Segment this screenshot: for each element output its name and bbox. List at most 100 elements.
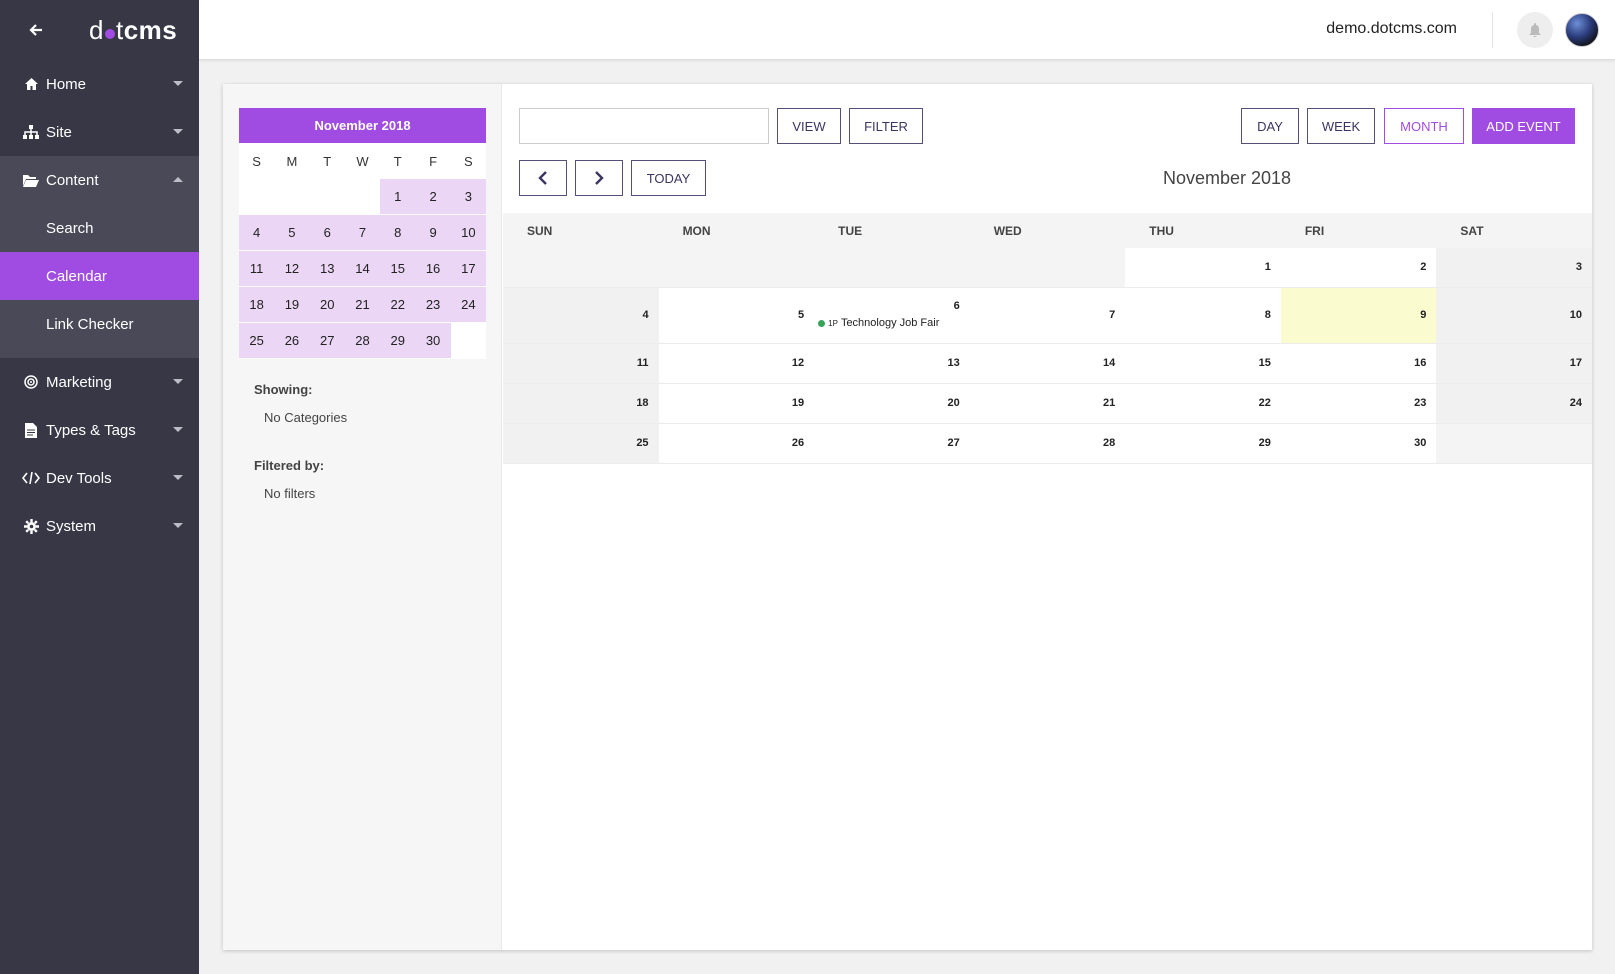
mini-calendar-day[interactable]: 16 [415,251,451,287]
calendar-search-input[interactable] [519,108,769,144]
mini-calendar-day[interactable]: 19 [274,287,310,323]
calendar-day-cell[interactable]: 25 [503,424,659,463]
next-month-button[interactable] [575,160,623,196]
mini-calendar-day[interactable]: 10 [450,215,486,251]
mini-calendar-blank [344,179,381,215]
mini-calendar-day[interactable]: 23 [415,287,451,323]
week-view-button[interactable]: WEEK [1307,108,1375,144]
showing-label: Showing: [254,382,313,397]
user-avatar[interactable] [1565,13,1599,47]
calendar-day-cell[interactable]: 16 [1281,344,1437,383]
mini-calendar-day[interactable]: 30 [415,323,451,359]
top-header: demo.dotcms.com [199,0,1615,60]
mini-calendar-day[interactable]: 24 [450,287,486,323]
mini-calendar-day[interactable]: 27 [309,323,345,359]
mini-calendar-day[interactable]: 7 [344,215,381,251]
calendar-day-number: 28 [1103,437,1116,449]
subnav-link-checker[interactable]: Link Checker [0,300,199,348]
mini-calendar-day[interactable]: 17 [450,251,486,287]
mini-calendar-day[interactable]: 15 [380,251,416,287]
calendar-day-cell[interactable]: 13 [814,344,970,383]
calendar-event[interactable]: 1P Technology Job Fair [814,317,970,329]
mini-calendar-day[interactable]: 12 [274,251,310,287]
calendar-day-cell[interactable]: 1 [1125,248,1281,287]
calendar-day-cell[interactable]: 23 [1281,384,1437,423]
nav-dev-tools[interactable]: Dev Tools [0,454,199,502]
nav-marketing[interactable]: Marketing [0,358,199,406]
mini-calendar-day[interactable]: 25 [239,323,275,359]
event-title: Technology Job Fair [840,317,940,329]
calendar-day-cell[interactable]: 9 [1280,288,1437,343]
previous-month-button[interactable] [519,160,567,196]
calendar-day-cell[interactable]: 21 [970,384,1126,423]
notification-bell-icon[interactable] [1517,12,1553,48]
calendar-day-number: 6 [953,300,960,312]
calendar-day-cell[interactable]: 2 [1281,248,1437,287]
calendar-day-cell[interactable]: 26 [659,424,815,463]
calendar-day-cell[interactable]: 28 [970,424,1126,463]
mini-calendar-day[interactable]: 9 [415,215,451,251]
nav-types-tags[interactable]: Types & Tags [0,406,199,454]
mini-calendar-day[interactable]: 5 [274,215,310,251]
calendar-day-cell[interactable]: 11 [503,344,659,383]
calendar-day-cell[interactable]: 22 [1125,384,1281,423]
view-button[interactable]: VIEW [777,108,841,144]
mini-calendar-day[interactable]: 22 [380,287,416,323]
event-time: 1P [828,318,838,328]
mini-calendar-day[interactable]: 14 [344,251,381,287]
calendar-day-cell[interactable]: 12 [659,344,815,383]
add-event-button[interactable]: ADD EVENT [1472,108,1575,144]
mini-calendar-day[interactable]: 4 [239,215,275,251]
calendar-day-cell[interactable]: 30 [1281,424,1437,463]
mini-calendar-day[interactable]: 13 [309,251,345,287]
mini-calendar-day[interactable]: 1 [380,179,416,215]
calendar-day-cell[interactable]: 24 [1436,384,1592,423]
mini-calendar-blank [450,323,486,359]
nav-home[interactable]: Home [0,60,199,108]
mini-calendar-day[interactable]: 2 [415,179,451,215]
mini-calendar-grid: 1 2 3 4 5 6 7 8 9 10 11 12 13 14 15 16 17 18 19 20 21 22 23 24 2… [239,179,486,359]
calendar-day-cell[interactable]: 15 [1125,344,1281,383]
calendar-day-cell[interactable]: 14 [970,344,1126,383]
calendar-week-row: 18 19 20 21 22 23 24 [503,384,1592,424]
mini-calendar-day[interactable]: 18 [239,287,275,323]
mini-calendar-day[interactable]: 21 [344,287,381,323]
mini-calendar-day[interactable]: 11 [239,251,275,287]
calendar-day-number: 9 [1420,309,1427,321]
mini-calendar-day[interactable]: 29 [380,323,416,359]
mini-calendar-day[interactable]: 3 [450,179,486,215]
day-view-button[interactable]: DAY [1241,108,1299,144]
mini-calendar-day[interactable]: 28 [344,323,381,359]
chevron-right-icon [595,171,604,185]
mini-calendar-day[interactable]: 26 [274,323,310,359]
calendar-day-cell[interactable]: 5 [659,288,815,343]
calendar-day-cell[interactable]: 17 [1436,344,1592,383]
nav-content[interactable]: Content [0,156,199,204]
subnav-calendar[interactable]: Calendar [0,252,199,300]
calendar-day-number: 26 [791,437,805,449]
back-arrow-icon[interactable] [26,20,46,40]
mini-calendar-day[interactable]: 20 [309,287,345,323]
calendar-day-cell[interactable]: 8 [1125,288,1281,343]
calendar-day-cell[interactable]: 27 [814,424,970,463]
calendar-day-cell[interactable]: 10 [1436,288,1592,343]
calendar-day-cell[interactable]: 7 [970,288,1126,343]
calendar-day-cell[interactable]: 29 [1125,424,1281,463]
subnav-search[interactable]: Search [0,204,199,252]
filter-button[interactable]: FILTER [849,108,923,144]
mini-calendar-blank [309,179,345,215]
calendar-day-cell[interactable]: 19 [659,384,815,423]
calendar-day-cell[interactable]: 3 [1436,248,1592,287]
nav-site[interactable]: Site [0,108,199,156]
calendar-day-cell[interactable]: 18 [503,384,659,423]
calendar-day-cell[interactable]: 20 [814,384,970,423]
nav-system[interactable]: System [0,502,199,550]
today-button[interactable]: TODAY [631,160,706,196]
site-name[interactable]: demo.dotcms.com [1326,20,1457,38]
dotcms-logo[interactable]: d tcms [89,15,177,46]
mini-calendar-day[interactable]: 8 [380,215,416,251]
calendar-day-cell[interactable]: 6 1P Technology Job Fair [814,288,970,343]
calendar-day-cell[interactable]: 4 [503,288,659,343]
mini-calendar-day[interactable]: 6 [309,215,345,251]
month-view-button[interactable]: MONTH [1384,108,1464,144]
